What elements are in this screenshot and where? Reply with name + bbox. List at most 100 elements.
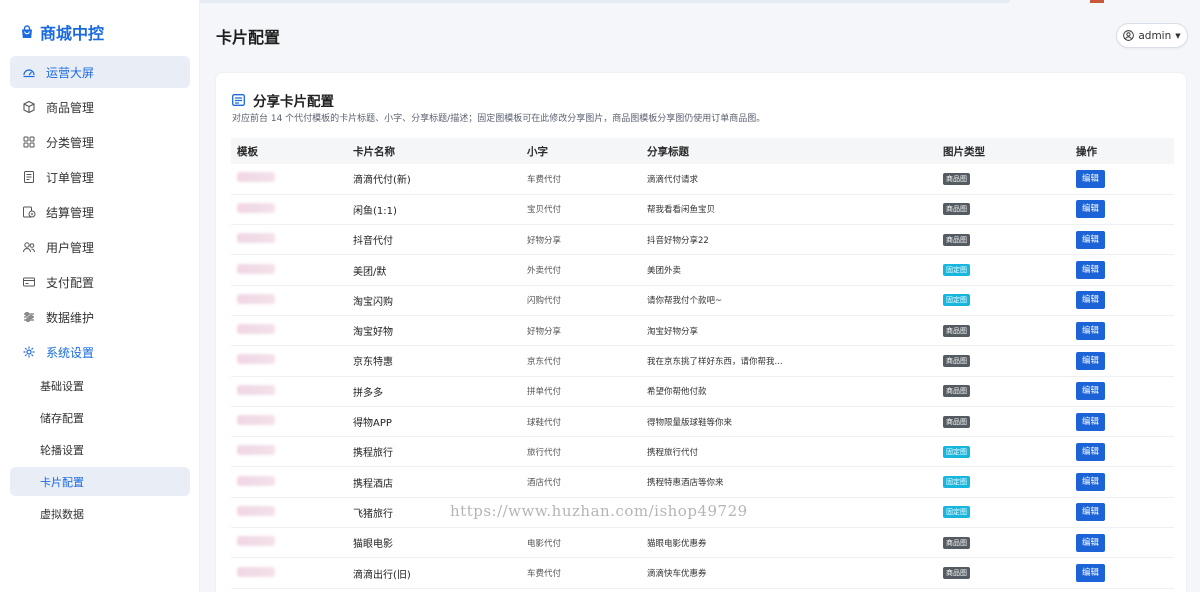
- edit-button[interactable]: 编辑: [1076, 503, 1105, 522]
- table-row: 猫眼电影 电影代付 猫眼电影优惠券 商品图 编辑: [231, 527, 1174, 559]
- share-title: 请你帮我付个款吧~: [641, 285, 937, 316]
- template-thumbnail-blurred: [237, 263, 275, 274]
- edit-button[interactable]: 编辑: [1076, 351, 1105, 370]
- share-title: 美团外卖: [641, 254, 937, 286]
- table-row: 淘宝好物 好物分享 淘宝好物分享 商品图 编辑: [231, 315, 1174, 347]
- edit-button[interactable]: 编辑: [1076, 533, 1105, 552]
- edit-button[interactable]: 编辑: [1076, 169, 1105, 188]
- address-bar-edge: [80, 0, 1010, 3]
- card-icon: [23, 277, 35, 287]
- card-name: 滴滴出行(旧): [347, 557, 521, 589]
- image-type-cell: 商品图: [937, 315, 1070, 347]
- column-header-template: 模板: [231, 138, 347, 164]
- sidebar-subitem-storage[interactable]: 储存配置: [10, 403, 190, 432]
- template-thumbnail-cell: [231, 497, 347, 529]
- card-list-icon: [232, 94, 245, 106]
- browser-indicator: [1090, 0, 1104, 3]
- column-header-image-type: 图片类型: [937, 138, 1070, 164]
- share-title: 希望你帮他付款: [641, 376, 937, 407]
- caret-down-icon: ▼: [1175, 31, 1181, 40]
- table-header-row: 模板 卡片名称 小字 分享标题 图片类型 操作: [231, 138, 1174, 164]
- sidebar-item-dashboard[interactable]: 运营大屏: [10, 56, 190, 88]
- edit-button[interactable]: 编辑: [1076, 230, 1105, 249]
- edit-button[interactable]: 编辑: [1076, 473, 1105, 492]
- card-name: 飞猪旅行: [347, 497, 521, 529]
- small-text: 宝贝代付: [521, 194, 641, 226]
- edit-button[interactable]: 编辑: [1076, 321, 1105, 340]
- card-name: 闲鱼(1:1): [347, 194, 521, 226]
- sidebar-subitem-basic[interactable]: 基础设置: [10, 371, 190, 400]
- sidebar-item-label: 系统设置: [46, 345, 95, 360]
- small-text: 球鞋代付: [521, 406, 641, 438]
- dashboard-icon: [23, 69, 35, 78]
- column-header-share-title: 分享标题: [641, 138, 937, 164]
- table-row: 携程酒店 酒店代付 携程特惠酒店等你来 固定图 编辑: [231, 466, 1174, 498]
- sidebar-subitem-cards[interactable]: 卡片配置: [10, 467, 190, 496]
- user-menu-button[interactable]: admin ▼: [1116, 23, 1188, 48]
- edit-button[interactable]: 编辑: [1076, 291, 1105, 310]
- sidebar-nav: 运营大屏 商品管理 分类管理 订单管理 结算管理 用户管理 支付配置 数据维护: [10, 56, 190, 531]
- template-thumbnail-blurred: [237, 415, 275, 426]
- template-thumbnail-cell: [231, 527, 347, 559]
- sidebar-item-system-settings[interactable]: 系统设置: [10, 336, 190, 368]
- user-name: admin: [1138, 29, 1172, 42]
- table-row: 滴滴代付(新) 车费代付 滴滴代付请求 商品图 编辑: [231, 164, 1174, 195]
- edit-button[interactable]: 编辑: [1076, 261, 1105, 280]
- template-thumbnail-cell: [231, 376, 347, 407]
- edit-button[interactable]: 编辑: [1076, 564, 1105, 582]
- template-thumbnail-cell: [231, 164, 347, 195]
- sidebar-item-payment[interactable]: 支付配置: [10, 266, 190, 298]
- sidebar-subitem-virtual-data[interactable]: 虚拟数据: [10, 499, 190, 528]
- share-title: 滴滴代付请求: [641, 164, 937, 195]
- table-body: 滴滴代付(新) 车费代付 滴滴代付请求 商品图 编辑 闲鱼(1:1) 宝贝代付 帮我看看闲鱼宝…: [231, 164, 1174, 589]
- brand-name: 商城中控: [40, 24, 105, 43]
- sidebar-item-label: 运营大屏: [46, 65, 95, 80]
- image-type-cell: 固定图: [937, 497, 1070, 529]
- sidebar-item-users[interactable]: 用户管理: [10, 231, 190, 263]
- image-type-badge: 固定图: [943, 476, 970, 489]
- sidebar-item-label: 结算管理: [46, 205, 95, 220]
- card-name: 得物APP: [347, 406, 521, 438]
- image-type-badge: 固定图: [943, 506, 970, 519]
- table-row: 得物APP 球鞋代付 得物限量版球鞋等你来 商品图 编辑: [231, 406, 1174, 438]
- small-text: 闪购代付: [521, 285, 641, 316]
- page-title: 卡片配置: [216, 28, 281, 47]
- card-name: 美团/默: [347, 254, 521, 286]
- image-type-badge: 固定图: [943, 294, 970, 307]
- brand[interactable]: 商城中控: [20, 20, 104, 44]
- table-row: 滴滴出行(旧) 车费代付 滴滴快车优惠券 商品图 编辑: [231, 557, 1174, 589]
- image-type-cell: 固定图: [937, 466, 1070, 498]
- edit-button[interactable]: 编辑: [1076, 412, 1105, 431]
- actions-cell: 编辑: [1070, 497, 1174, 529]
- template-thumbnail-blurred: [237, 233, 275, 244]
- sidebar-item-settlement[interactable]: 结算管理: [10, 196, 190, 228]
- sidebar-item-orders[interactable]: 订单管理: [10, 161, 190, 193]
- sidebar-item-label: 支付配置: [46, 275, 95, 290]
- sidebar-subitem-carousel[interactable]: 轮播设置: [10, 435, 190, 464]
- share-title: 携程特惠酒店等你来: [641, 466, 937, 498]
- small-text: 电影代付: [521, 527, 641, 559]
- small-text: [521, 497, 641, 529]
- template-thumbnail-cell: [231, 466, 347, 498]
- edit-button[interactable]: 编辑: [1076, 200, 1105, 219]
- sidebar: 商城中控 运营大屏 商品管理 分类管理 订单管理 结算管理 用户管理 支付配置 …: [0, 0, 200, 592]
- sidebar-item-data[interactable]: 数据维护: [10, 301, 190, 333]
- card-name: 携程酒店: [347, 466, 521, 498]
- gear-icon: [23, 346, 35, 358]
- sidebar-item-products[interactable]: 商品管理: [10, 91, 190, 123]
- panel-title: 分享卡片配置: [232, 90, 334, 110]
- edit-button[interactable]: 编辑: [1076, 442, 1105, 461]
- card-name: 抖音代付: [347, 224, 521, 256]
- sidebar-item-categories[interactable]: 分类管理: [10, 126, 190, 158]
- actions-cell: 编辑: [1070, 406, 1174, 438]
- image-type-badge: 固定图: [943, 445, 970, 458]
- small-text: 京东代付: [521, 345, 641, 377]
- share-title: 我在京东挑了样好东西，请你帮我...: [641, 345, 937, 377]
- edit-button[interactable]: 编辑: [1076, 382, 1105, 401]
- sidebar-item-label: 订单管理: [46, 170, 95, 185]
- image-type-badge: 商品图: [943, 385, 970, 398]
- sliders-icon: [24, 312, 34, 322]
- actions-cell: 编辑: [1070, 224, 1174, 256]
- template-thumbnail-blurred: [237, 172, 275, 183]
- template-thumbnail-cell: [231, 194, 347, 226]
